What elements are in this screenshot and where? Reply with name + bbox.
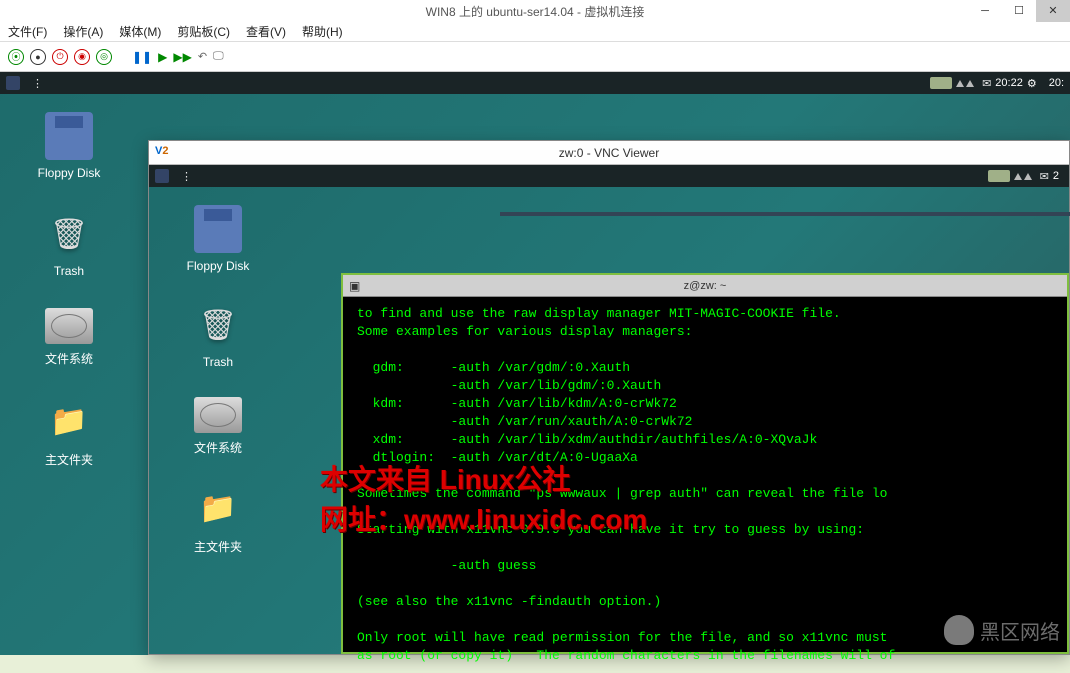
hyperv-title-text: WIN8 上的 ubuntu-ser14.04 - 虚拟机连接 [426, 3, 645, 20]
vnc-viewer-window: V2 zw:0 - VNC Viewer ⋮ ✉ 2 Floppy Disk [148, 140, 1070, 655]
start-button[interactable]: ● [30, 49, 46, 65]
checkpoint-button[interactable]: ▶▶ [173, 50, 191, 64]
icon-label: Floppy Disk [173, 259, 263, 273]
desktop-icon-home[interactable]: 📁 主文件夹 [173, 484, 263, 555]
desktop-icon-home[interactable]: 📁 主文件夹 [24, 397, 114, 468]
terminal-title-text: z@zw: ~ [684, 280, 727, 292]
terminal-titlebar[interactable]: ▣ z@zw: ~ [343, 275, 1067, 297]
menu-action[interactable]: 操作(A) [63, 23, 103, 40]
maximize-button[interactable]: ☐ [1002, 0, 1036, 22]
menu-help[interactable]: 帮助(H) [302, 23, 343, 40]
vnc-remote-desktop: ⋮ ✉ 2 Floppy Disk 🗑 Trash 文 [149, 165, 1069, 654]
terminal-icon: ▣ [349, 279, 360, 293]
menu-clipboard[interactable]: 剪贴板(C) [177, 23, 230, 40]
drive-icon [45, 308, 93, 344]
brand-overlay: 黑区网络 [944, 615, 1060, 645]
vnc-window-grip[interactable] [500, 212, 1070, 216]
icon-label: 文件系统 [173, 439, 263, 456]
icon-label: 主文件夹 [24, 451, 114, 468]
save-button[interactable]: ◎ [96, 49, 112, 65]
floppy-icon [45, 112, 93, 160]
xfce-menu-button[interactable] [155, 169, 169, 183]
ctrl-alt-del-button[interactable]: ⦿ [8, 49, 24, 65]
pause-button[interactable]: ❚❚ [132, 50, 152, 64]
vnc-logo-icon: V2 [155, 145, 168, 157]
outer-guest-desktop: ⋮ ✉ 20:22 ⚙ 20: Floppy Disk 🗑 Trash 文件系统… [0, 72, 1070, 655]
brand-icon [944, 615, 974, 645]
floppy-icon [194, 205, 242, 253]
panel-separator-icon: ⋮ [181, 170, 192, 183]
mail-tray-icon[interactable]: ✉ [982, 77, 991, 90]
clock-extra: 20: [1049, 77, 1064, 89]
icon-label: 文件系统 [24, 350, 114, 367]
terminal-window[interactable]: ▣ z@zw: ~ to find and use the raw displa… [341, 273, 1069, 654]
network-tray-icon[interactable] [1014, 173, 1032, 180]
desktop-icon-floppy[interactable]: Floppy Disk [173, 205, 263, 273]
menu-file[interactable]: 文件(F) [8, 23, 47, 40]
clock-text[interactable]: 2 [1053, 170, 1059, 182]
panel-separator-icon: ⋮ [32, 77, 43, 90]
folder-icon: 📁 [45, 397, 93, 445]
desktop-icon-floppy[interactable]: Floppy Disk [24, 112, 114, 180]
icon-label: Trash [173, 355, 263, 369]
xfce-menu-button[interactable] [6, 76, 20, 90]
outer-desktop-icons: Floppy Disk 🗑 Trash 文件系统 📁 主文件夹 [24, 112, 114, 468]
hyperv-menubar: 文件(F) 操作(A) 媒体(M) 剪贴板(C) 查看(V) 帮助(H) [0, 22, 1070, 42]
vnc-title-text: zw:0 - VNC Viewer [559, 146, 659, 160]
outer-xfce-panel: ⋮ ✉ 20:22 ⚙ 20: [0, 72, 1070, 94]
disk-tray-icon[interactable] [930, 77, 952, 89]
icon-label: Floppy Disk [24, 166, 114, 180]
disk-tray-icon[interactable] [988, 170, 1010, 182]
clock-text[interactable]: 20:22 [995, 77, 1023, 89]
reset-button[interactable]: ▶ [158, 50, 167, 64]
desktop-icon-trash[interactable]: 🗑 Trash [173, 301, 263, 369]
turnoff-button[interactable]: ◉ [74, 49, 90, 65]
inner-desktop-icons: Floppy Disk 🗑 Trash 文件系统 📁 主文件夹 [173, 205, 263, 555]
trash-icon: 🗑 [194, 301, 242, 349]
desktop-icon-trash[interactable]: 🗑 Trash [24, 210, 114, 278]
drive-icon [194, 397, 242, 433]
shutdown-button[interactable]: ⏻ [52, 49, 68, 65]
hyperv-titlebar: WIN8 上的 ubuntu-ser14.04 - 虚拟机连接 ─ ☐ ✕ [0, 0, 1070, 22]
desktop-icon-filesystem[interactable]: 文件系统 [24, 308, 114, 367]
minimize-button[interactable]: ─ [968, 0, 1002, 22]
trash-icon: 🗑 [45, 210, 93, 258]
desktop-icon-filesystem[interactable]: 文件系统 [173, 397, 263, 456]
icon-label: Trash [24, 264, 114, 278]
vnc-titlebar[interactable]: V2 zw:0 - VNC Viewer [149, 141, 1069, 165]
menu-view[interactable]: 查看(V) [246, 23, 286, 40]
inner-xfce-panel: ⋮ ✉ 2 [149, 165, 1069, 187]
close-button[interactable]: ✕ [1036, 0, 1070, 22]
brand-text: 黑区网络 [980, 616, 1060, 645]
menu-media[interactable]: 媒体(M) [119, 23, 161, 40]
folder-icon: 📁 [194, 484, 242, 532]
icon-label: 主文件夹 [173, 538, 263, 555]
mail-tray-icon[interactable]: ✉ [1040, 170, 1049, 183]
revert-button[interactable]: ↶ [198, 50, 207, 63]
share-button[interactable]: 🖵 [213, 50, 224, 63]
settings-tray-icon[interactable]: ⚙ [1027, 77, 1037, 90]
network-tray-icon[interactable] [956, 80, 974, 87]
hyperv-toolbar: ⦿ ● ⏻ ◉ ◎ ❚❚ ▶ ▶▶ ↶ 🖵 [0, 42, 1070, 72]
